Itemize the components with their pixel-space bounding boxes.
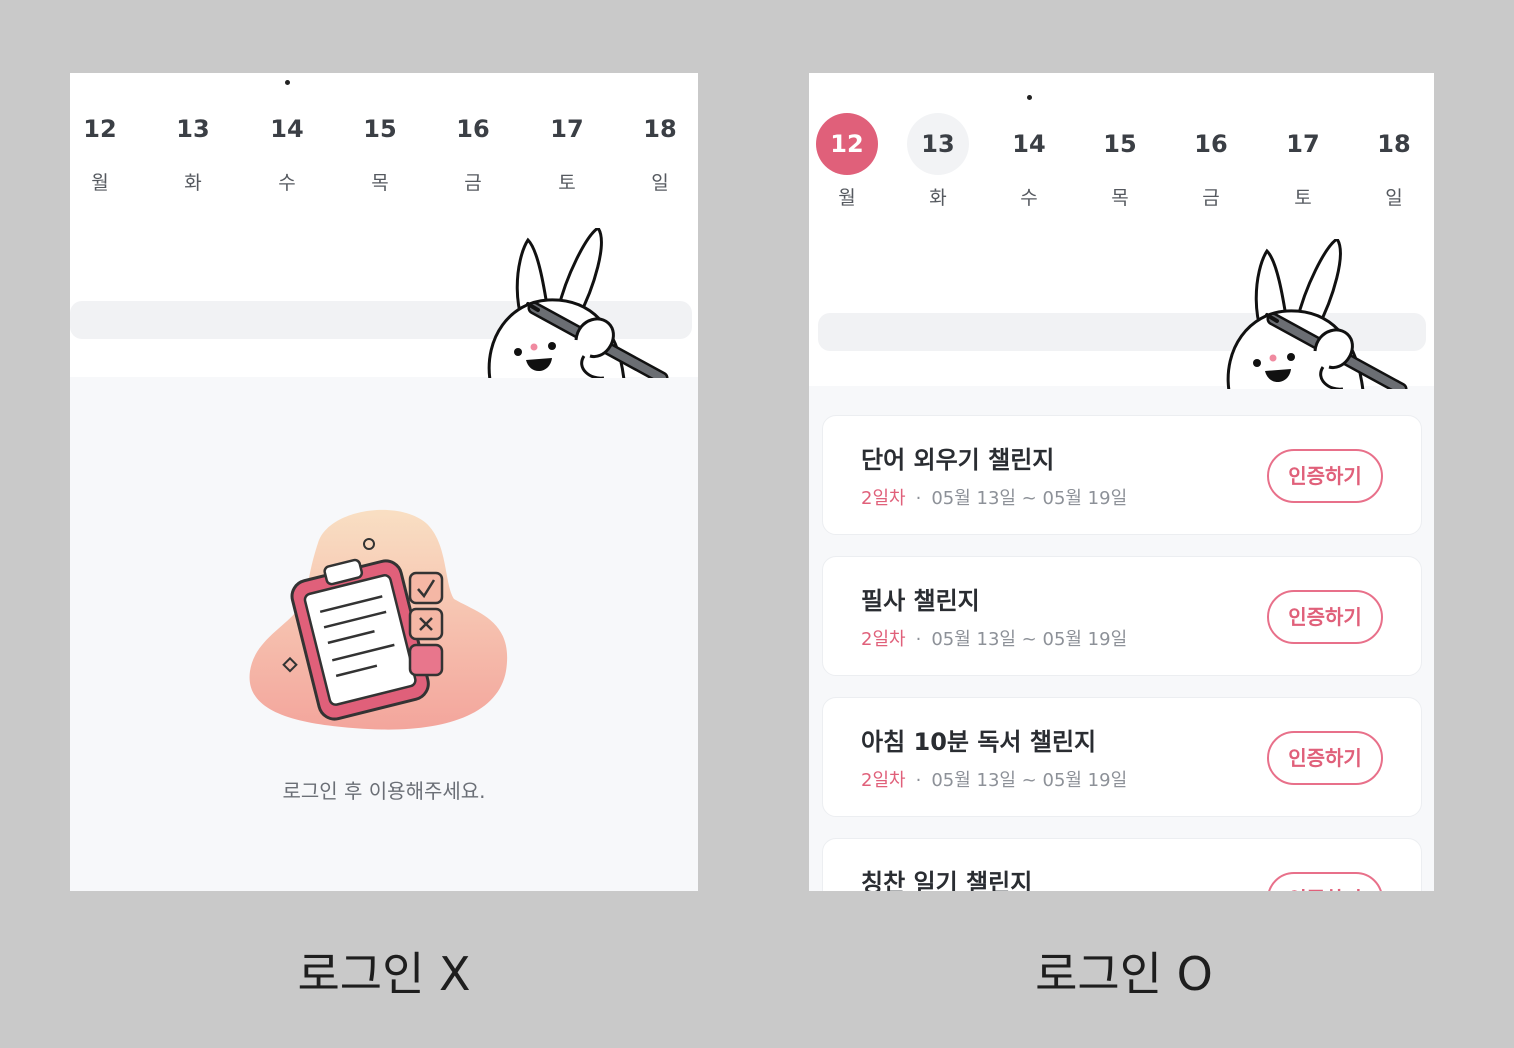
day-item[interactable]: 15 목	[349, 98, 411, 195]
day-item[interactable]: 16 금	[1180, 113, 1242, 210]
day-weekday: 금	[1202, 187, 1220, 209]
day-number: 16	[1194, 130, 1228, 158]
caption-logged-out: 로그인 X	[297, 947, 471, 1001]
logged-in-screen: 12 월 13 화 14 수 15 목 16 금 17 토 18 일 단어 외우기 챌린지 2…	[809, 73, 1434, 891]
day-item[interactable]: 13 화	[162, 98, 224, 195]
day-number: 13	[176, 115, 210, 143]
day-weekday: 월	[838, 187, 856, 209]
day-weekday: 화	[184, 172, 202, 194]
separator-dot: ·	[915, 629, 922, 650]
day-item[interactable]: 14 수	[256, 98, 318, 195]
login-required-message: 로그인 후 이용해주세요.	[282, 779, 486, 803]
challenge-title: 아침 10분 독서 챌린지	[861, 728, 1097, 756]
day-number: 18	[1377, 130, 1411, 158]
challenge-day-count: 2일차	[861, 629, 906, 650]
day-weekday: 금	[464, 172, 482, 194]
today-indicator-dot	[1027, 95, 1032, 100]
verify-button[interactable]: 인증하기	[1267, 872, 1383, 891]
day-weekday: 수	[278, 172, 296, 194]
challenge-period: 05월 13일 ~ 05월 19일	[931, 770, 1128, 791]
day-number: 15	[1103, 130, 1137, 158]
challenge-day-count: 2일차	[861, 488, 906, 509]
bunny-mascot-icon	[486, 228, 676, 378]
day-item[interactable]: 12 월	[70, 98, 131, 195]
separator-dot: ·	[915, 770, 922, 791]
verify-button[interactable]: 인증하기	[1267, 731, 1383, 785]
day-item[interactable]: 13 화	[907, 113, 969, 210]
challenge-period: 05월 13일 ~ 05월 19일	[931, 629, 1128, 650]
day-weekday: 월	[91, 172, 109, 194]
day-item[interactable]: 12 월	[816, 113, 878, 210]
day-weekday: 목	[1111, 187, 1129, 209]
challenge-card: 칭찬 일기 챌린지 인증하기	[822, 838, 1422, 891]
day-number: 16	[456, 115, 490, 143]
today-indicator-dot	[285, 80, 290, 85]
challenge-day-count: 2일차	[861, 770, 906, 791]
challenge-meta: 2일차 · 05월 13일 ~ 05월 19일	[861, 625, 1127, 651]
separator-dot: ·	[915, 488, 922, 509]
day-number: 17	[1286, 130, 1320, 158]
challenge-period: 05월 13일 ~ 05월 19일	[931, 488, 1128, 509]
challenge-card: 아침 10분 독서 챌린지 2일차 · 05월 13일 ~ 05월 19일 인증하기	[822, 697, 1422, 817]
challenge-card: 단어 외우기 챌린지 2일차 · 05월 13일 ~ 05월 19일 인증하기	[822, 415, 1422, 535]
day-number: 12	[83, 115, 117, 143]
day-weekday: 일	[1385, 187, 1403, 209]
caption-logged-in: 로그인 O	[1035, 947, 1213, 1001]
day-number-selected: 12	[816, 113, 878, 175]
day-number: 14	[1012, 130, 1046, 158]
challenge-meta: 2일차 · 05월 13일 ~ 05월 19일	[861, 766, 1127, 792]
day-item[interactable]: 18 일	[629, 98, 691, 195]
day-number: 15	[363, 115, 397, 143]
challenge-meta: 2일차 · 05월 13일 ~ 05월 19일	[861, 484, 1127, 510]
calendar-header: 12 월 13 화 14 수 15 목 16 금 17 토 18 일	[809, 73, 1434, 386]
verify-button[interactable]: 인증하기	[1267, 449, 1383, 503]
calendar-header: 12 월 13 화 14 수 15 목 16 금 17 토 18 일	[70, 73, 698, 377]
day-weekday: 토	[558, 172, 576, 194]
verify-button[interactable]: 인증하기	[1267, 590, 1383, 644]
challenge-title: 칭찬 일기 챌린지	[861, 869, 1033, 891]
logged-out-screen: 12 월 13 화 14 수 15 목 16 금 17 토 18 일 로그인 후…	[70, 73, 698, 891]
day-number: 14	[270, 115, 304, 143]
day-weekday: 토	[1294, 187, 1312, 209]
day-weekday: 일	[651, 172, 669, 194]
day-weekday: 수	[1020, 187, 1038, 209]
day-item[interactable]: 18 일	[1363, 113, 1425, 210]
challenge-title: 단어 외우기 챌린지	[861, 446, 1055, 474]
bunny-mascot-icon	[1225, 239, 1415, 389]
day-number: 18	[643, 115, 677, 143]
day-weekday: 목	[371, 172, 389, 194]
day-number: 17	[550, 115, 584, 143]
challenge-card: 필사 챌린지 2일차 · 05월 13일 ~ 05월 19일 인증하기	[822, 556, 1422, 676]
challenge-title: 필사 챌린지	[861, 587, 980, 615]
day-item[interactable]: 14 수	[998, 113, 1060, 210]
day-number: 13	[907, 113, 969, 175]
clipboard-checklist-icon	[249, 509, 508, 730]
day-item[interactable]: 15 목	[1089, 113, 1151, 210]
day-weekday: 화	[929, 187, 947, 209]
day-item[interactable]: 17 토	[536, 98, 598, 195]
day-item[interactable]: 17 토	[1272, 113, 1334, 210]
day-item[interactable]: 16 금	[442, 98, 504, 195]
